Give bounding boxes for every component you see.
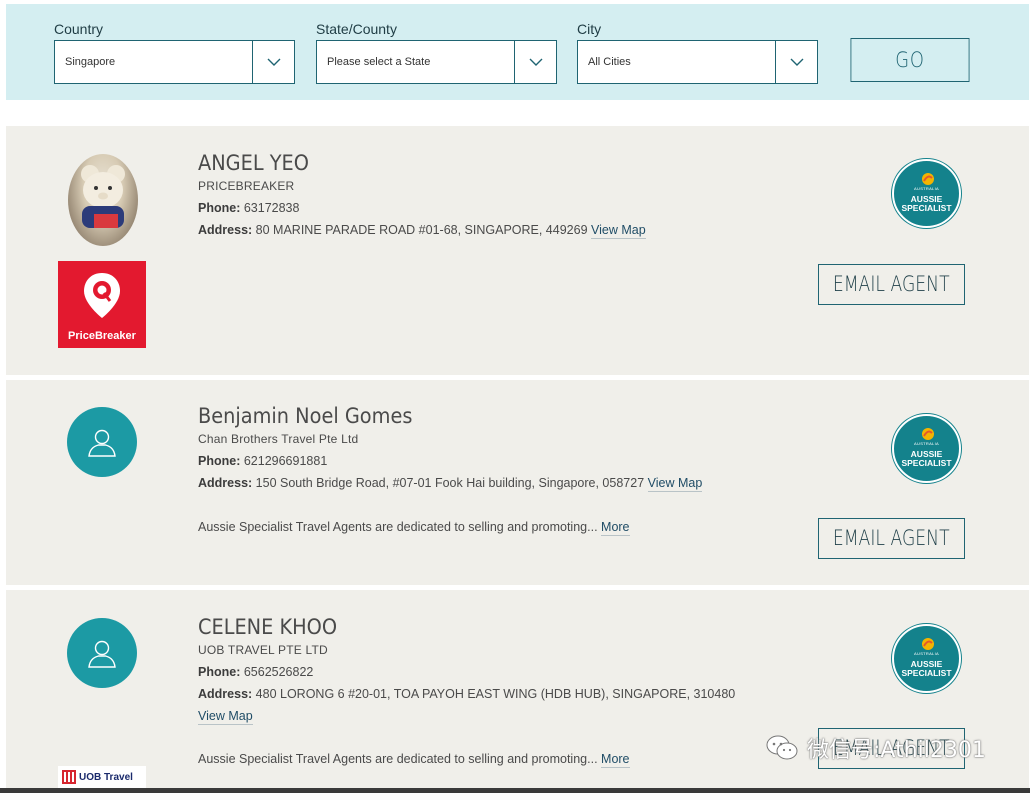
watermark-text: 微信号:Athil2301 — [807, 738, 986, 763]
agent-name: ANGEL YEO — [198, 151, 309, 175]
country-select[interactable]: Singapore — [54, 40, 295, 84]
aussie-specialist-badge: AUSTRALIA AUSSIE SPECIALIST — [892, 624, 961, 693]
address-value: 480 LORONG 6 #20-01, TOA PAYOH EAST WING… — [255, 687, 736, 701]
more-link[interactable]: More — [601, 752, 630, 768]
email-agent-button[interactable]: EMAIL AGENT — [818, 518, 965, 559]
state-filter: State/County Please select a State — [316, 20, 557, 84]
agent-address: Address: 150 South Bridge Road, #07-01 F… — [198, 476, 703, 492]
uob-logo-icon — [62, 770, 76, 784]
user-icon — [88, 429, 116, 457]
chevron-down-icon[interactable] — [514, 41, 556, 83]
address-label: Address: — [198, 687, 253, 701]
agent-description: Aussie Specialist Travel Agents are dedi… — [198, 520, 630, 536]
agent-name: Benjamin Noel Gomes — [198, 404, 413, 428]
agent-company: UOB TRAVEL PTE LTD — [198, 643, 328, 657]
email-agent-label: EMAIL AGENT — [833, 526, 950, 550]
phone-label: Phone: — [198, 454, 241, 468]
pricebreaker-logo-text: PriceBreaker — [68, 330, 136, 342]
state-select[interactable]: Please select a State — [316, 40, 557, 84]
phone-value: 621296691881 — [243, 454, 328, 468]
go-button[interactable]: GO — [850, 38, 970, 82]
email-agent-label: EMAIL AGENT — [833, 272, 950, 296]
pricebreaker-logo: PriceBreaker — [58, 261, 146, 348]
aussie-specialist-badge: AUSTRALIA AUSSIE SPECIALIST — [892, 159, 961, 228]
more-link[interactable]: More — [601, 520, 630, 536]
view-map-link[interactable]: View Map — [647, 476, 703, 492]
city-value: All Cities — [588, 56, 631, 68]
badge-line2: SPECIALIST — [901, 458, 952, 468]
address-label: Address: — [198, 476, 253, 490]
agent-photo — [68, 154, 138, 246]
agent-card: Benjamin Noel Gomes Chan Brothers Travel… — [6, 380, 1029, 585]
agent-address: Address: 480 LORONG 6 #20-01, TOA PAYOH … — [198, 687, 735, 701]
wechat-watermark: 微信号:Athil2301 — [765, 733, 986, 763]
agent-name: CELENE KHOO — [198, 615, 338, 639]
agent-company: PRICEBREAKER — [198, 179, 295, 193]
phone-value: 63172838 — [243, 201, 300, 215]
wechat-icon — [766, 735, 798, 760]
chevron-down-icon[interactable] — [775, 41, 817, 83]
description-text: Aussie Specialist Travel Agents are dedi… — [198, 752, 598, 766]
kangaroo-icon — [922, 428, 934, 440]
agent-card: PriceBreaker ANGEL YEO PRICEBREAKER Phon… — [6, 126, 1029, 375]
description-text: Aussie Specialist Travel Agents are dedi… — [198, 520, 598, 534]
phone-label: Phone: — [198, 665, 241, 679]
state-value: Please select a State — [327, 56, 431, 68]
phone-label: Phone: — [198, 201, 241, 215]
chevron-down-icon[interactable] — [252, 41, 294, 83]
address-value: 150 South Bridge Road, #07-01 Fook Hai b… — [255, 476, 645, 490]
agent-company: Chan Brothers Travel Pte Ltd — [198, 432, 359, 446]
agent-phone: Phone: 621296691881 — [198, 454, 327, 468]
location-pin-icon — [84, 273, 120, 318]
badge-country: AUSTRALIA — [914, 651, 939, 656]
city-label: City — [577, 21, 602, 37]
agent-description: Aussie Specialist Travel Agents are dedi… — [198, 752, 630, 768]
uob-travel-logo: UOB Travel — [58, 766, 146, 788]
badge-line2: SPECIALIST — [901, 203, 952, 213]
city-select[interactable]: All Cities — [577, 40, 818, 84]
badge-country: AUSTRALIA — [914, 441, 939, 446]
country-value: Singapore — [65, 56, 116, 68]
country-filter: Country Singapore — [54, 20, 295, 84]
view-map-link[interactable]: View Map — [198, 709, 253, 725]
email-agent-button[interactable]: EMAIL AGENT — [818, 264, 965, 305]
state-label: State/County — [316, 21, 397, 37]
country-label: Country — [54, 21, 104, 37]
agent-view-map: View Map — [198, 709, 253, 725]
avatar — [67, 407, 137, 477]
aussie-specialist-badge: AUSTRALIA AUSSIE SPECIALIST — [892, 414, 961, 483]
badge-country: AUSTRALIA — [914, 186, 939, 191]
city-filter: City All Cities — [577, 20, 818, 84]
agent-address: Address: 80 MARINE PARADE ROAD #01-68, S… — [198, 223, 646, 239]
user-icon — [88, 640, 116, 668]
search-filter-bar: Country Singapore State/County Please se… — [6, 4, 1029, 100]
badge-line2: SPECIALIST — [901, 668, 952, 678]
view-map-link[interactable]: View Map — [591, 223, 646, 239]
uob-logo-text: UOB Travel — [79, 771, 133, 783]
address-value: 80 MARINE PARADE ROAD #01-68, SINGAPORE,… — [255, 223, 588, 237]
address-label: Address: — [198, 223, 253, 237]
kangaroo-icon — [922, 638, 934, 650]
agent-phone: Phone: 63172838 — [198, 201, 299, 215]
avatar — [67, 618, 137, 688]
agent-phone: Phone: 6562526822 — [198, 665, 313, 679]
phone-value: 6562526822 — [243, 665, 314, 679]
bottom-border — [0, 788, 1030, 793]
kangaroo-icon — [922, 173, 934, 185]
